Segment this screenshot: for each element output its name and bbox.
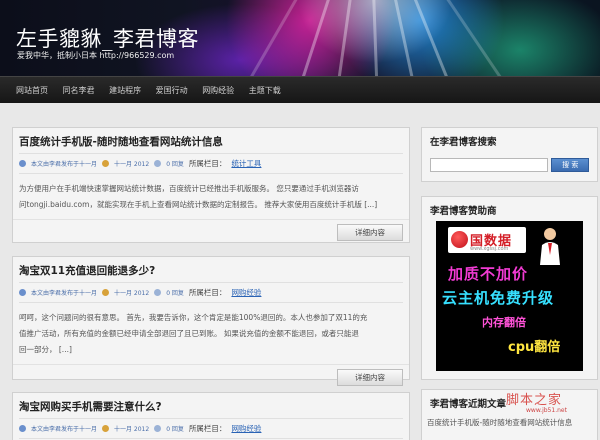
- category-link[interactable]: 网购经验: [231, 287, 261, 298]
- excerpt-line: 值推广活动，所有充值的金额已经申请全部退回了且已到账。 如果说充值的金额不能退回…: [19, 329, 359, 338]
- excerpt-line: 呵呵，这个问题问的很有意思。 首先，我要告诉你，这个肯定是能100%退回的。本人…: [19, 313, 368, 322]
- read-more-button[interactable]: 详细内容: [337, 369, 403, 386]
- globe-icon: [451, 231, 468, 248]
- site-title[interactable]: 左手貔貅_李君博客: [16, 23, 199, 53]
- post-comments[interactable]: 0 回复: [166, 159, 184, 168]
- category-link[interactable]: 统计工具: [231, 158, 261, 169]
- watermark-url: www.jb51.net: [526, 407, 567, 414]
- post-meta: 本文由李君发布于十一月 十一月 2012 0 回复 所属栏目： 网购经验: [19, 418, 403, 439]
- nav-item-site-building[interactable]: 建站程序: [103, 77, 147, 104]
- widget-title: 李君博客赞助商: [430, 206, 497, 217]
- post-footer: 详细内容: [13, 364, 409, 390]
- post-meta: 本文由李君发布于十一月 十一月 2012 0 回复 所属栏目： 统计工具: [19, 153, 403, 174]
- ad-subheadline: 云主机免费升级: [442, 289, 555, 307]
- clock-icon: [102, 289, 110, 296]
- category-label: 所属栏目：: [188, 159, 227, 168]
- light-ray: [292, 0, 333, 76]
- post-author: 本文由李君发布于十一月: [31, 161, 98, 168]
- sponsor-ad-banner[interactable]: 国数据 www.xgssj.com 加质不加价 云主机免费升级 内存翻倍 cpu…: [436, 221, 583, 371]
- search-input[interactable]: [430, 158, 549, 172]
- site-tagline: 爱我中华，抵制小日本 http://966529.com: [17, 51, 175, 60]
- excerpt-line: 回一部分， [...]: [19, 345, 72, 354]
- watermark-text: 脚本之家: [506, 393, 563, 408]
- post-author: 本文由李君发布于十一月: [31, 290, 98, 297]
- person-icon: [540, 228, 560, 265]
- clock-icon: [102, 425, 110, 432]
- post-author: 本文由李君发布于十一月: [31, 426, 98, 433]
- excerpt-line: 问tongji.baidu.com，就能实现在手机上查看网站统计数据的定制报告。…: [19, 200, 378, 209]
- comment-icon: [154, 160, 162, 167]
- post-comments[interactable]: 0 回复: [166, 288, 184, 297]
- nav-item-patriotic[interactable]: 爱国行动: [150, 77, 194, 104]
- nav-item-home[interactable]: 网站首页: [0, 77, 54, 104]
- post-date: 十一月 2012: [114, 426, 150, 433]
- category-link[interactable]: 网购经验: [231, 423, 261, 434]
- comment-icon: [154, 289, 162, 296]
- user-icon: [19, 289, 26, 296]
- nav-item-themes[interactable]: 主题下载: [243, 77, 287, 104]
- light-ray: [392, 0, 420, 76]
- post-title[interactable]: 百度统计手机版-随时随地查看网站统计信息: [13, 128, 409, 153]
- user-icon: [19, 425, 26, 432]
- nav-item-namesake[interactable]: 同名李君: [57, 77, 101, 104]
- post-date: 十一月 2012: [114, 161, 150, 168]
- category-label: 所属栏目：: [188, 288, 227, 297]
- nav-item-shopping[interactable]: 网购经验: [196, 77, 240, 104]
- post-title[interactable]: 淘宝双11充值退回能退多少?: [13, 257, 409, 282]
- category-label: 所属栏目：: [188, 424, 227, 433]
- comment-icon: [154, 425, 162, 432]
- ad-headline: 加质不加价: [448, 265, 529, 283]
- light-ray: [240, 0, 303, 76]
- post-title[interactable]: 淘宝网购买手机需要注意什么?: [13, 393, 409, 418]
- post-comments[interactable]: 0 回复: [166, 424, 184, 433]
- ad-feature: cpu翻倍: [508, 340, 561, 355]
- post-date: 十一月 2012: [114, 290, 150, 297]
- light-ray: [372, 0, 380, 76]
- main-nav: 网站首页 同名李君 建站程序 爱国行动 网购经验 主题下载: [0, 76, 600, 103]
- ad-logo-url: www.xgssj.com: [470, 246, 509, 252]
- post-card: 淘宝双11充值退回能退多少? 本文由李君发布于十一月 十一月 2012 0 回复…: [12, 256, 410, 386]
- watermark: 脚本之家 www.jb51.net: [506, 389, 600, 417]
- light-ray: [410, 0, 458, 76]
- light-ray: [440, 0, 510, 76]
- post-card: 淘宝网购买手机需要注意什么? 本文由李君发布于十一月 十一月 2012 0 回复…: [12, 392, 410, 440]
- user-icon: [19, 160, 26, 167]
- post-footer: 详细内容: [13, 219, 409, 245]
- post-card: 百度统计手机版-随时随地查看网站统计信息 本文由李君发布于十一月 十一月 201…: [12, 127, 410, 243]
- clock-icon: [102, 160, 110, 167]
- post-excerpt: 呵呵，这个问题问的很有意思。 首先，我要告诉你，这个肯定是能100%退回的。本人…: [13, 303, 409, 364]
- search-widget: 在李君博客搜索 搜 索: [421, 127, 598, 182]
- search-button[interactable]: 搜 索: [551, 158, 589, 172]
- post-meta: 本文由李君发布于十一月 十一月 2012 0 回复 所属栏目： 网购经验: [19, 282, 403, 303]
- ad-logo-box: 国数据 www.xgssj.com: [448, 227, 526, 253]
- widget-title: 在李君博客搜索: [430, 137, 497, 148]
- light-ray: [333, 0, 353, 76]
- recent-post-link[interactable]: 百度统计手机版-随时随地查看网站统计信息: [427, 417, 572, 428]
- post-excerpt: 为方便用户在手机端快速掌握网站统计数据，百度统计已经推出手机版服务。 您只要通过…: [13, 174, 409, 219]
- read-more-button[interactable]: 详细内容: [337, 224, 403, 241]
- ad-feature: 内存翻倍: [482, 316, 526, 329]
- site-header: 左手貔貅_李君博客 爱我中华，抵制小日本 http://966529.com: [0, 0, 600, 76]
- search-row: 搜 索: [422, 154, 597, 180]
- excerpt-line: 为方便用户在手机端快速掌握网站统计数据，百度统计已经推出手机版服务。 您只要通过…: [19, 184, 359, 193]
